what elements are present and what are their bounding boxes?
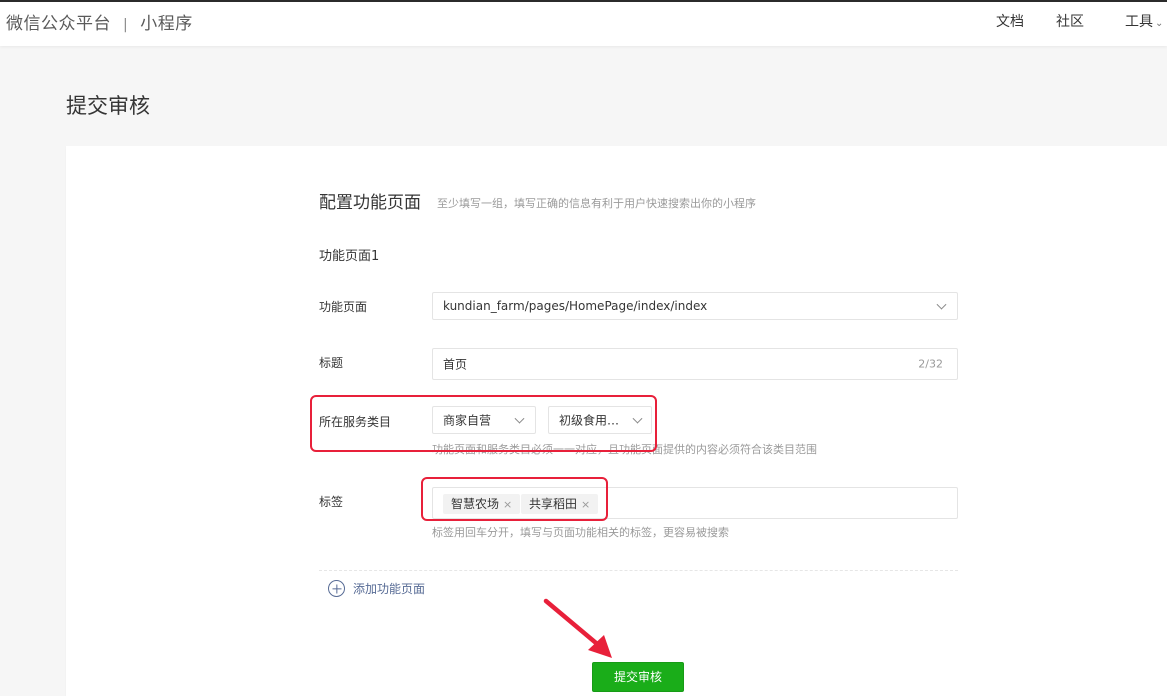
tags-help-text: 标签用回车分开，填写与页面功能相关的标签，更容易被搜索 xyxy=(432,526,729,539)
product-name: 小程序 xyxy=(140,14,193,34)
add-function-page-button[interactable]: 添加功能页面 xyxy=(328,580,425,600)
title-input[interactable]: 首页 2/32 xyxy=(432,348,958,380)
nav-community-link[interactable]: 社区 xyxy=(1056,11,1084,31)
add-function-page-label: 添加功能页面 xyxy=(353,582,426,596)
submit-review-button[interactable]: 提交审核 xyxy=(592,662,684,692)
section-hint: 至少填写一组，填写正确的信息有利于用户快速搜索出你的小程序 xyxy=(437,197,756,210)
title-label: 标题 xyxy=(319,356,344,370)
top-bar: 微信公众平台 | 小程序 文档 社区 工具 ⌄ xyxy=(0,0,1167,46)
annotation-highlight-tags xyxy=(421,477,608,521)
brand[interactable]: 微信公众平台 | 小程序 xyxy=(6,9,193,34)
page-title: 提交审核 xyxy=(66,94,150,118)
nav-docs-link[interactable]: 文档 xyxy=(996,11,1024,31)
tags-label: 标签 xyxy=(319,495,344,509)
function-page-value: kundian_farm/pages/HomePage/index/index xyxy=(443,299,708,313)
title-value: 首页 xyxy=(443,357,468,372)
chevron-down-icon xyxy=(936,299,947,310)
chevron-down-icon: ⌄ xyxy=(1155,18,1164,29)
section-title: 配置功能页面 xyxy=(319,193,421,213)
annotation-highlight-category xyxy=(310,395,657,452)
function-page-select[interactable]: kundian_farm/pages/HomePage/index/index xyxy=(432,292,958,320)
plus-circle-icon xyxy=(328,580,345,597)
nav-tools-menu[interactable]: 工具 ⌄ xyxy=(1125,11,1163,31)
title-char-counter: 2/32 xyxy=(918,357,943,371)
nav-tools-label: 工具 xyxy=(1125,14,1153,30)
brand-name: 微信公众平台 xyxy=(6,14,111,34)
divider xyxy=(319,570,958,571)
brand-separator: | xyxy=(123,17,129,33)
function-page-label: 功能页面 xyxy=(319,300,368,314)
function-group-title: 功能页面1 xyxy=(319,249,380,264)
